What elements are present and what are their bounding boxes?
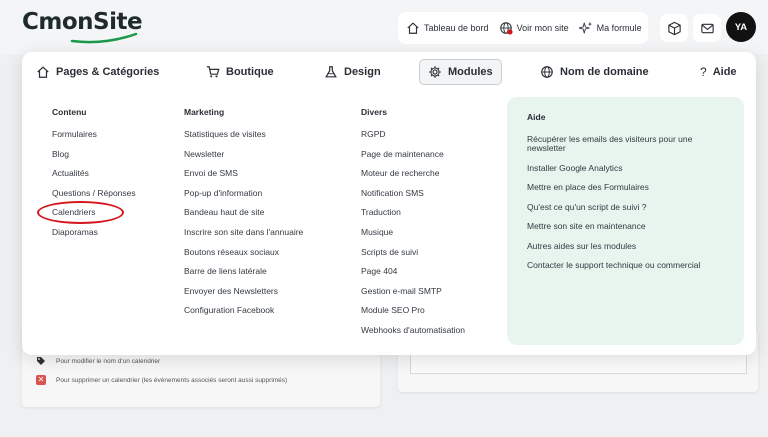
menu-item-reseaux-sociaux[interactable]: Boutons réseaux sociaux: [184, 247, 303, 267]
nav-label: Nom de domaine: [560, 65, 649, 78]
quicklink-view-site[interactable]: Voir mon site: [499, 21, 569, 35]
menu-item-blog[interactable]: Blog: [52, 149, 136, 169]
help-link[interactable]: Récupérer les emails des visiteurs pour …: [527, 135, 732, 153]
menu-item-diaporamas[interactable]: Diaporamas: [52, 227, 136, 247]
cart-icon: [206, 65, 220, 77]
menu-item-actualites[interactable]: Actualités: [52, 168, 136, 188]
question-icon: ?: [700, 64, 707, 79]
menu-item-notification-sms[interactable]: Notification SMS: [361, 188, 465, 208]
edit-note: Pour modifier le nom d'un calendrier: [36, 356, 160, 366]
nav-domain[interactable]: Nom de domaine: [540, 59, 649, 84]
help-link[interactable]: Qu'est ce qu'un script de suivi ?: [527, 202, 732, 212]
column-marketing: Marketing Statistiques de visites Newsle…: [184, 107, 303, 325]
quicklinks-bar: Tableau de bord Voir mon site Ma formule: [398, 12, 648, 44]
nav-help[interactable]: ? Aide: [700, 59, 737, 84]
menu-item-webhooks[interactable]: Webhooks d'automatisation: [361, 325, 465, 345]
help-link[interactable]: Mettre son site en maintenance: [527, 222, 732, 231]
menu-item-envoyer-newsletters[interactable]: Envoyer des Newsletters: [184, 286, 303, 306]
highlight-circle-annotation: [37, 201, 124, 224]
menu-item-rgpd[interactable]: RGPD: [361, 129, 465, 149]
home-icon: [37, 65, 49, 78]
help-panel: Aide Récupérer les emails des visiteurs …: [507, 97, 744, 345]
quicklink-label: Ma formule: [596, 23, 642, 33]
nav-label: Boutique: [226, 65, 274, 78]
help-link[interactable]: Autres aides sur les modules: [527, 241, 732, 251]
help-title: Aide: [527, 112, 546, 122]
column-contenu: Contenu Formulaires Blog Actualités Ques…: [52, 107, 136, 247]
help-link[interactable]: Contacter le support technique ou commer…: [527, 261, 732, 270]
menu-item-seo-pro[interactable]: Module SEO Pro: [361, 305, 465, 325]
top-bar: CmonSite Tableau de bord Voir mon site M…: [0, 0, 768, 54]
menu-item-newsletter[interactable]: Newsletter: [184, 149, 303, 169]
menu-item-smtp[interactable]: Gestion e-mail SMTP: [361, 286, 465, 306]
column-title: Contenu: [52, 107, 87, 117]
messages-button[interactable]: [693, 14, 721, 42]
nav-label: Aide: [712, 65, 737, 78]
globe-icon: [499, 22, 513, 35]
globe-icon: [541, 65, 553, 78]
flask-icon: [325, 65, 337, 77]
delete-note: ✕ Pour supprimer un calendrier (les évèn…: [36, 375, 287, 385]
tag-icon: [36, 356, 46, 366]
box-icon: [667, 21, 681, 35]
menu-item-traduction[interactable]: Traduction: [361, 207, 465, 227]
menu-item-page-404[interactable]: Page 404: [361, 266, 465, 286]
menu-item-envoi-sms[interactable]: Envoi de SMS: [184, 168, 303, 188]
nav-boutique[interactable]: Boutique: [206, 59, 274, 84]
column-divers: Divers RGPD Page de maintenance Moteur d…: [361, 107, 465, 345]
main-nav: Pages & Catégories Boutique Design Modul…: [22, 52, 756, 90]
quicklink-label: Tableau de bord: [424, 23, 489, 33]
quicklink-label: Voir mon site: [516, 23, 569, 33]
menu-item-maintenance[interactable]: Page de maintenance: [361, 149, 465, 169]
nav-modules[interactable]: Modules: [419, 59, 502, 85]
menu-item-moteur-recherche[interactable]: Moteur de recherche: [361, 168, 465, 188]
delete-icon: ✕: [36, 375, 46, 385]
help-link[interactable]: Mettre en place des Formulaires: [527, 183, 732, 192]
menu-item-barre-liens[interactable]: Barre de liens latérale: [184, 266, 303, 286]
menu-item-popup[interactable]: Pop-up d'information: [184, 188, 303, 208]
quicklink-plan[interactable]: Ma formule: [578, 21, 642, 35]
menu-item-bandeau[interactable]: Bandeau haut de site: [184, 207, 303, 227]
sparkle-icon: [578, 21, 592, 34]
note-text: Pour modifier le nom d'un calendrier: [56, 357, 161, 365]
menu-item-annuaire[interactable]: Inscrire son site dans l'annuaire: [184, 227, 303, 247]
help-link[interactable]: Installer Google Analytics: [527, 163, 732, 173]
quicklink-dashboard[interactable]: Tableau de bord: [406, 21, 489, 35]
modules-mega-menu: Pages & Catégories Boutique Design Modul…: [22, 52, 756, 355]
home-icon: [407, 22, 419, 34]
nav-label: Design: [344, 65, 381, 78]
menu-item-musique[interactable]: Musique: [361, 227, 465, 247]
nav-design[interactable]: Design: [324, 59, 381, 84]
menu-item-scripts-suivi[interactable]: Scripts de suivi: [361, 247, 465, 267]
nav-label: Pages & Catégories: [56, 65, 160, 78]
column-title: Divers: [361, 107, 387, 117]
menu-item-statistiques[interactable]: Statistiques de visites: [184, 129, 303, 149]
avatar[interactable]: YA: [726, 12, 756, 42]
nav-pages-categories[interactable]: Pages & Catégories: [36, 59, 159, 84]
mail-icon: [700, 23, 714, 33]
nav-label: Modules: [448, 66, 493, 78]
modules-box-button[interactable]: [660, 14, 688, 42]
menu-item-formulaires[interactable]: Formulaires: [52, 129, 136, 149]
gear-icon: [429, 66, 441, 78]
column-title: Marketing: [184, 107, 225, 117]
menu-item-facebook[interactable]: Configuration Facebook: [184, 305, 303, 325]
note-text: Pour supprimer un calendrier (les évènem…: [56, 376, 288, 384]
logo-swoosh: [70, 32, 138, 44]
